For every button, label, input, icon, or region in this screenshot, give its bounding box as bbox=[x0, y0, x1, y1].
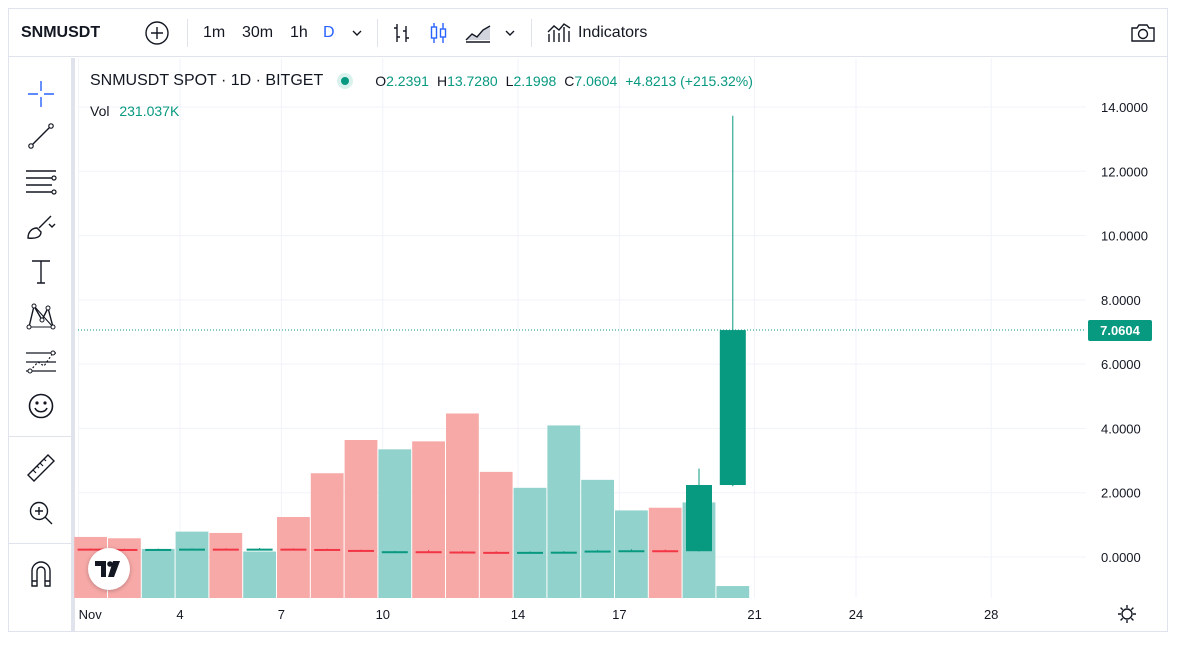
legend-open-value: 2.2391 bbox=[386, 73, 429, 89]
volume-bar bbox=[175, 531, 209, 598]
volume-bar bbox=[412, 441, 445, 598]
candle-body bbox=[483, 551, 510, 554]
legend-low-label: L bbox=[505, 73, 514, 89]
volume-bar bbox=[344, 440, 378, 598]
market-status-icon[interactable] bbox=[337, 73, 354, 89]
volume-bar bbox=[277, 517, 310, 598]
x-tick-label: 28 bbox=[984, 607, 998, 622]
volume-label[interactable]: Vol bbox=[90, 103, 109, 119]
last-price-label: 7.0604 bbox=[1088, 320, 1152, 341]
candle-body bbox=[348, 549, 374, 552]
volume-bar bbox=[141, 548, 175, 598]
legend-close-value: 7.0604 bbox=[574, 73, 618, 89]
candle-body bbox=[314, 548, 341, 551]
y-tick-label: 6.0000 bbox=[1101, 357, 1141, 372]
candle-body bbox=[550, 551, 577, 554]
volume-bar bbox=[547, 425, 581, 598]
chart-legend: SNMUSDT SPOT · 1D · BITGET O 2.2391 H 13… bbox=[90, 72, 753, 90]
candle-body bbox=[212, 548, 239, 551]
volume-bar bbox=[209, 532, 243, 598]
tradingview-logo-icon bbox=[95, 561, 120, 577]
legend-title[interactable]: SNMUSDT SPOT · 1D · BITGET bbox=[90, 72, 323, 90]
candle-body bbox=[517, 551, 543, 554]
legend-open-label: O bbox=[375, 73, 387, 89]
volume-value: 231.037K bbox=[119, 103, 180, 119]
volume-bar bbox=[378, 449, 412, 598]
volume-bar bbox=[310, 473, 344, 598]
tradingview-logo[interactable] bbox=[88, 548, 130, 590]
volume-bar bbox=[513, 487, 547, 598]
price-chart[interactable]: 14.0000 12.0000 10.0000 8.0000 6.0000 4.0000 2… bbox=[0, 0, 1185, 645]
x-tick-label: 10 bbox=[376, 607, 390, 622]
candle-body bbox=[584, 550, 611, 553]
y-tick-label: 0.0000 bbox=[1101, 550, 1141, 565]
legend-high-label: H bbox=[436, 73, 448, 89]
x-tick-label: 7 bbox=[278, 607, 285, 622]
y-tick-label: 12.0000 bbox=[1101, 164, 1148, 179]
volume-bar bbox=[716, 586, 750, 598]
legend-low-value: 2.1998 bbox=[513, 73, 557, 89]
candle-body bbox=[686, 485, 712, 552]
candle-body bbox=[381, 551, 408, 554]
candle-body bbox=[179, 548, 205, 551]
volume-bar bbox=[648, 507, 682, 598]
candle-body bbox=[145, 548, 172, 551]
x-tick-label: 17 bbox=[612, 607, 626, 622]
candle-body bbox=[415, 551, 442, 554]
volume-bar bbox=[446, 413, 479, 598]
time-axis-settings-icon bbox=[1118, 605, 1136, 623]
y-tick-label: 8.0000 bbox=[1101, 293, 1141, 308]
y-tick-label: 4.0000 bbox=[1101, 421, 1141, 436]
legend-high-value: 13.7280 bbox=[447, 73, 498, 89]
x-tick-label: 21 bbox=[747, 607, 761, 622]
candle-body bbox=[280, 548, 307, 551]
y-tick-label: 14.0000 bbox=[1101, 100, 1148, 115]
candle-body bbox=[618, 550, 645, 553]
volume-bar bbox=[479, 471, 513, 598]
x-tick-label: 4 bbox=[176, 607, 183, 622]
legend-change: +4.8213 (+215.32%) bbox=[625, 73, 753, 89]
volume-bar bbox=[581, 479, 614, 598]
volume-bar bbox=[615, 510, 648, 598]
x-tick-label: 14 bbox=[511, 607, 525, 622]
legend-close-label: C bbox=[564, 73, 575, 89]
volume-bar bbox=[243, 551, 276, 598]
candle-body bbox=[719, 330, 746, 486]
y-tick-label: 2.0000 bbox=[1101, 486, 1141, 501]
volume-legend: Vol 231.037K bbox=[90, 103, 179, 119]
candle-body bbox=[652, 550, 679, 553]
candle-body bbox=[449, 551, 476, 554]
x-tick-label: 24 bbox=[849, 607, 863, 622]
y-tick-label: 10.0000 bbox=[1101, 229, 1148, 244]
candle-body bbox=[246, 548, 273, 551]
x-tick-label: Nov bbox=[79, 607, 103, 622]
